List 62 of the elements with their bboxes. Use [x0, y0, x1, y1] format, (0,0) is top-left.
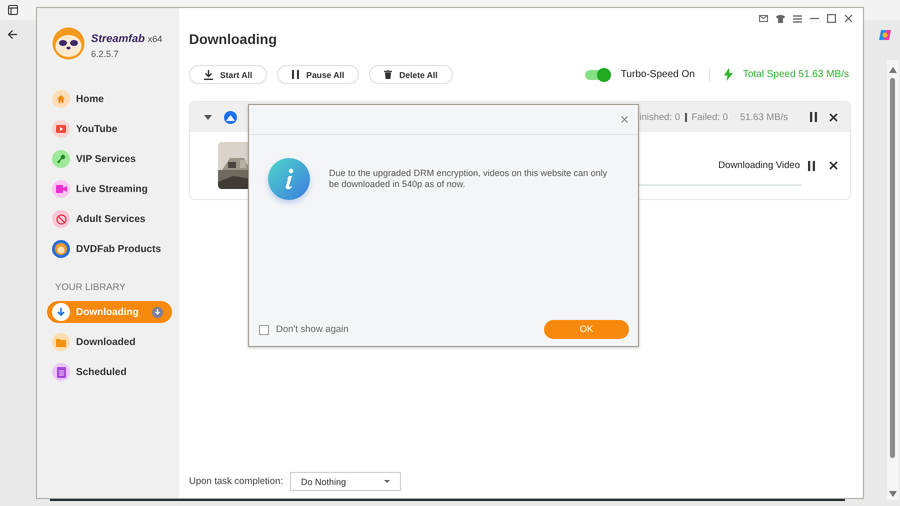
- sidebar-item[interactable]: YouTube: [47, 120, 172, 138]
- edition-label: x64: [148, 34, 162, 44]
- close-icon[interactable]: [829, 161, 838, 170]
- restricted-icon: [52, 210, 70, 228]
- video-camera-icon: [52, 180, 70, 198]
- toolbar-button[interactable]: Pause All: [277, 65, 360, 84]
- version-label: 6.2.5.7: [91, 48, 120, 58]
- trash-icon: [384, 70, 392, 79]
- maximize-icon[interactable]: [827, 14, 836, 23]
- shirt-icon[interactable]: [776, 14, 785, 22]
- menu-icon[interactable]: [793, 14, 802, 22]
- close-icon[interactable]: [829, 112, 838, 122]
- home-icon: [52, 90, 70, 108]
- scroll-up-icon[interactable]: [889, 67, 897, 73]
- completion-dropdown[interactable]: Do Nothing: [290, 472, 401, 491]
- pause-icon: [292, 70, 300, 79]
- key-icon: [52, 150, 70, 168]
- sidebar-item[interactable]: Adult Services: [47, 210, 172, 228]
- lightning-icon: [724, 68, 733, 81]
- sidebar-item[interactable]: Live Streaming: [47, 180, 172, 198]
- minimize-icon[interactable]: [810, 17, 819, 20]
- turbo-toggle[interactable]: [584, 70, 609, 80]
- app-logo-icon[interactable]: [878, 28, 892, 42]
- scroll-down-icon[interactable]: [889, 491, 897, 497]
- sidebar-item[interactable]: VIP Services: [47, 150, 172, 168]
- checkbox[interactable]: [259, 324, 269, 334]
- total-speed: Total Speed 51.63 MB/s: [742, 69, 849, 80]
- dialog-message: Due to the upgraded DRM encryption, videos on this website can only be downloaded in 540p as of now.: [329, 168, 608, 190]
- folder-icon: [52, 333, 70, 351]
- sloth-logo-icon: [52, 27, 85, 60]
- download-icon: [52, 303, 70, 321]
- failed-count: Failed: 0: [692, 112, 728, 122]
- finished-count: inished: 0: [639, 112, 680, 122]
- sidebar-item[interactable]: Home: [47, 90, 172, 108]
- service-logo-icon: [224, 110, 237, 124]
- page-title: Downloading: [189, 31, 278, 47]
- collapse-caret-icon[interactable]: [204, 114, 212, 120]
- section-heading: YOUR LIBRARY: [55, 282, 127, 293]
- pause-icon[interactable]: [810, 112, 817, 122]
- sidebar-item[interactable]: Downloaded: [47, 331, 172, 353]
- dont-show-checkbox[interactable]: Don't show again: [259, 324, 349, 335]
- pause-icon[interactable]: [808, 160, 815, 170]
- info-icon: [268, 158, 310, 200]
- dropdown-caret-icon: [384, 480, 390, 483]
- back-arrow-icon[interactable]: [7, 29, 18, 40]
- play-icon: [52, 120, 70, 138]
- sidebar-item[interactable]: DVDFab Products: [47, 240, 172, 258]
- app-name: Streamfab: [91, 32, 145, 44]
- download-badge-icon: [152, 306, 163, 318]
- completion-label: Upon task completion:: [189, 476, 283, 487]
- close-icon[interactable]: [844, 14, 853, 23]
- download-icon: [204, 70, 213, 80]
- toolbar-button[interactable]: Start All: [189, 65, 268, 84]
- sidebar-item[interactable]: Scheduled: [47, 361, 172, 383]
- tab-icon[interactable]: [8, 5, 18, 15]
- task-status: Downloading Video: [718, 160, 800, 171]
- toolbar-button[interactable]: Delete All: [369, 65, 453, 84]
- clipboard-icon: [52, 363, 70, 381]
- group-speed: 51.63 MB/s: [740, 112, 788, 122]
- scroll-thumb[interactable]: [890, 78, 895, 458]
- mail-icon[interactable]: [759, 15, 768, 22]
- turbo-label: Turbo-Speed On: [620, 69, 695, 80]
